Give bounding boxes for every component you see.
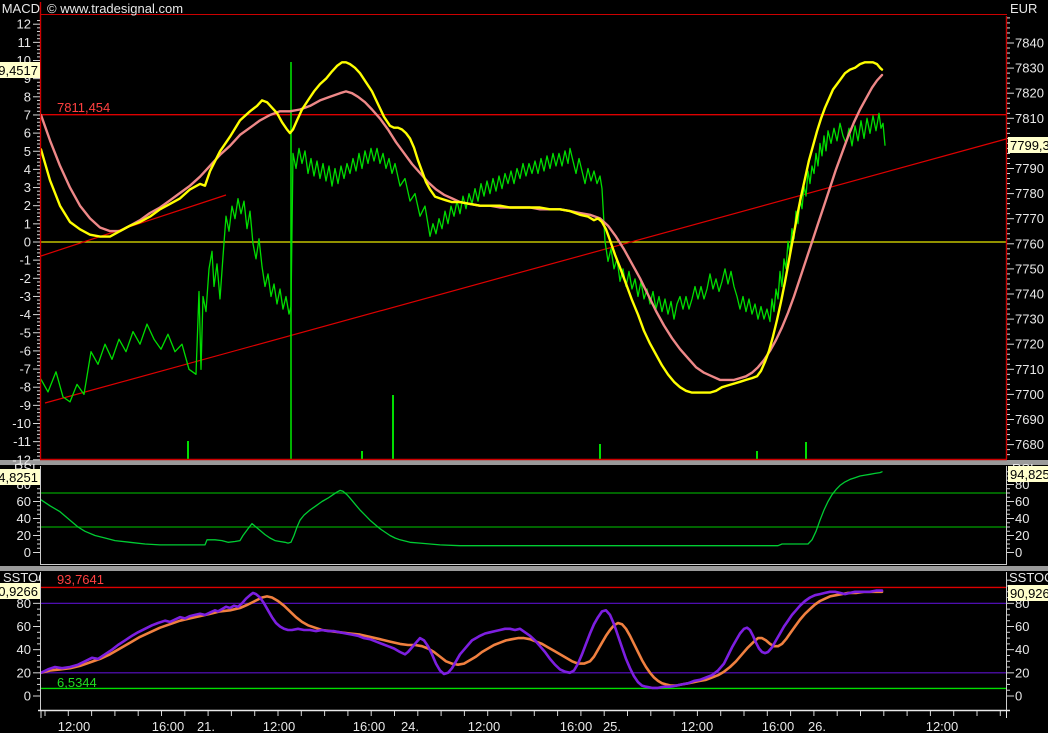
trading-chart-window: -12 -11 -10 -9 -8 -7 -6 -5 -4 -3 -2 -1 0 1 2 3 4 5 6 7 8 9 10 1…	[0, 0, 1048, 733]
y-axis-tick-label: 4	[24, 162, 31, 177]
time-axis-label: 12:00	[263, 719, 296, 733]
time-axis-label: 12:00	[58, 719, 91, 733]
y-axis-tick-label: 0	[1015, 545, 1022, 560]
price-current-value-box: 7799,3	[1008, 137, 1048, 153]
y-axis-tick-label: 0	[24, 545, 31, 560]
y-axis-tick-label: 20	[17, 665, 31, 680]
y-axis-tick-label: -1	[19, 253, 31, 268]
y-axis-tick-label: 20	[1015, 528, 1029, 543]
y-axis-tick-label: 12	[17, 17, 31, 32]
y-axis-tick-label: 40	[1015, 511, 1029, 526]
y-axis-tick-label: -6	[19, 343, 31, 358]
chart-canvas[interactable]: -12-11-10-9-8-7-6-5-4-3-2-10123456789101…	[0, 0, 1048, 733]
y-axis-tick-label: 20	[17, 528, 31, 543]
y-axis-tick-label: 0	[1015, 689, 1022, 704]
y-axis-tick-label: 7770	[1015, 211, 1044, 226]
y-axis-tick-label: 7780	[1015, 186, 1044, 201]
y-axis-tick-label: 7790	[1015, 161, 1044, 176]
y-axis-tick-label: 7710	[1015, 362, 1044, 377]
y-axis-tick-label: 5	[24, 144, 31, 159]
y-axis-tick-label: 40	[1015, 642, 1029, 657]
macd-current-value-box: 9,4517	[0, 62, 40, 78]
y-axis-tick-label: 0	[24, 235, 31, 250]
panel-splitter	[0, 566, 1048, 571]
y-axis-tick-label: 7680	[1015, 437, 1044, 452]
copyright-watermark: © www.tradesignal.com	[47, 1, 184, 16]
rsi-current-value-box-right: 94,825	[1008, 466, 1048, 482]
y-axis-tick-label: -11	[13, 434, 31, 449]
y-axis-tick-label: 7740	[1015, 287, 1044, 302]
time-axis-label: 16:00	[152, 719, 185, 733]
y-axis-tick-label: -9	[19, 398, 31, 413]
time-axis-label: 12:00	[468, 719, 501, 733]
y-axis-tick-label: 7760	[1015, 236, 1044, 251]
y-axis-tick-label: 7700	[1015, 387, 1044, 402]
stoch-current-value-box-left: 90,9266	[0, 583, 40, 599]
stoch-current-value-box-right: 90,926	[1008, 585, 1048, 601]
y-axis-tick-label: -7	[19, 362, 31, 377]
y-axis-tick-label: 60	[17, 619, 31, 634]
time-axis-label: 12:00	[681, 719, 714, 733]
eur-axis-title: EUR	[1010, 1, 1038, 16]
time-axis-label: 12:00	[926, 719, 959, 733]
time-axis-label: 25.	[603, 719, 621, 733]
time-axis-label: 16:00	[353, 719, 386, 733]
panel-splitter	[0, 460, 1048, 465]
y-axis-tick-label: 20	[1015, 665, 1029, 680]
time-axis-label: 26.	[808, 719, 826, 733]
y-axis-tick-label: 7690	[1015, 412, 1044, 427]
stoch-panel-title-right: SSTOC	[1009, 570, 1048, 585]
y-axis-tick-label: 40	[17, 642, 31, 657]
macd-panel-title: MACD	[1, 1, 40, 16]
y-axis-tick-label: 1	[24, 216, 31, 231]
stoch-current-value-left: 90,9266	[0, 584, 38, 599]
price-level-annotation: 7811,454	[57, 100, 111, 115]
y-axis-tick-label: 7750	[1015, 261, 1044, 276]
y-axis-tick-label: -3	[19, 289, 31, 304]
y-axis-tick-label: 7	[24, 107, 31, 122]
y-axis-tick-label: 7830	[1015, 61, 1044, 76]
y-axis-tick-label: 7720	[1015, 337, 1044, 352]
y-axis-tick-label: -2	[19, 271, 31, 286]
y-axis-tick-label: 6	[24, 126, 31, 141]
time-axis-label: 16:00	[762, 719, 795, 733]
y-axis-tick-label: -5	[19, 325, 31, 340]
y-axis-tick-label: 11	[18, 35, 32, 50]
y-axis-tick-label: -10	[12, 416, 31, 431]
time-axis-label: 21.	[197, 719, 215, 733]
time-axis-label: 16:00	[560, 719, 593, 733]
y-axis-tick-label: -8	[19, 380, 31, 395]
y-axis-tick-label: 7730	[1015, 312, 1044, 327]
price-current-value: 7799,3	[1010, 138, 1048, 153]
y-axis-tick-label: 7810	[1015, 111, 1044, 126]
y-axis-tick-label: 7820	[1015, 86, 1044, 101]
y-axis-tick-label: 3	[24, 180, 31, 195]
stoch-current-value-right: 90,926	[1010, 586, 1048, 601]
rsi-current-value-right: 94,825	[1010, 467, 1048, 482]
y-axis-tick-label: 60	[1015, 494, 1029, 509]
y-axis-tick-label: 60	[1015, 619, 1029, 634]
time-axis-label: 24.	[401, 719, 419, 733]
y-axis-tick-label: 8	[24, 89, 31, 104]
rsi-current-value-box-left: 94,8251	[0, 469, 40, 485]
rsi-current-value-left: 94,8251	[0, 470, 38, 485]
y-axis-tick-label: 2	[24, 198, 31, 213]
stoch-lower-annotation: 6,5344	[57, 675, 97, 690]
y-axis-tick-label: 0	[24, 689, 31, 704]
y-axis-tick-label: 7840	[1015, 36, 1044, 51]
stoch-upper-annotation: 93,7641	[57, 572, 104, 587]
y-axis-tick-label: -4	[19, 307, 31, 322]
macd-current-value: 9,4517	[0, 63, 38, 78]
y-axis-tick-label: 60	[17, 494, 31, 509]
y-axis-tick-label: 40	[17, 511, 31, 526]
